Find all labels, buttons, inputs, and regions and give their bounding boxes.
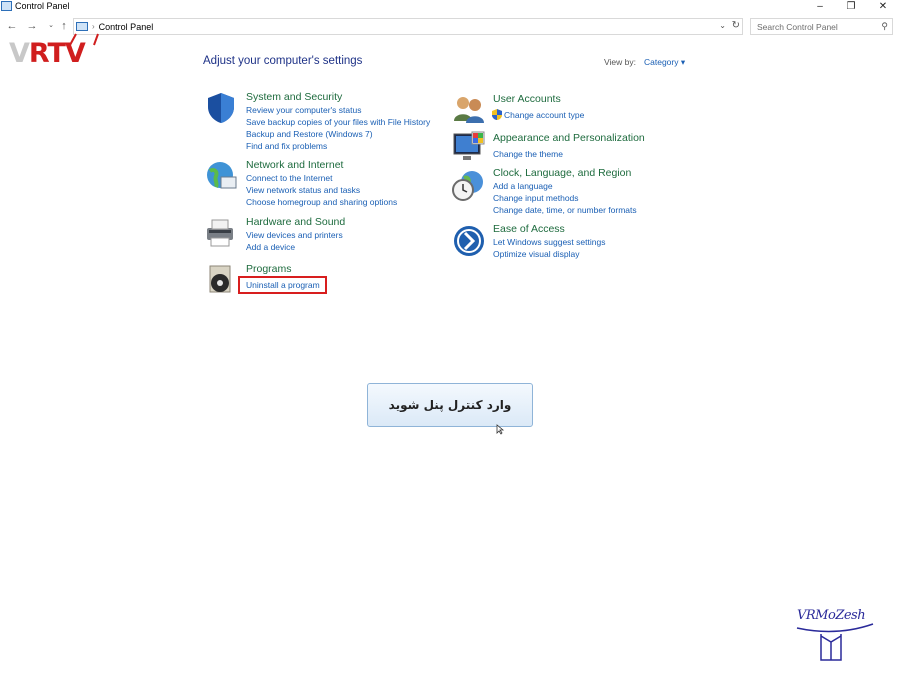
view-by-label: View by: xyxy=(604,57,636,67)
category-title[interactable]: User Accounts xyxy=(493,93,561,105)
category-link[interactable]: Choose homegroup and sharing options xyxy=(246,197,397,207)
programs-disc-icon xyxy=(209,265,231,293)
shield-icon xyxy=(208,93,234,123)
breadcrumb-control-panel[interactable]: Control Panel xyxy=(99,22,154,32)
category-link[interactable]: Add a device xyxy=(246,242,295,252)
category-link[interactable]: Save backup copies of your files with Fi… xyxy=(246,117,430,127)
control-panel-small-icon xyxy=(76,22,88,31)
category-title[interactable]: Programs xyxy=(246,263,292,275)
close-button[interactable]: ✕ xyxy=(868,0,898,13)
clock-globe-icon xyxy=(452,171,483,201)
page-title: Adjust your computer's settings xyxy=(203,55,363,67)
instruction-tooltip: وارد کنترل پنل شوید xyxy=(367,383,533,427)
search-placeholder: Search Control Panel xyxy=(757,22,838,32)
monitor-palette-icon xyxy=(453,131,485,160)
category-link[interactable]: Let Windows suggest settings xyxy=(493,237,605,247)
category-link[interactable]: Change the theme xyxy=(493,149,563,159)
category-link[interactable]: Change account type xyxy=(504,110,584,120)
category-title[interactable]: Hardware and Sound xyxy=(246,216,345,228)
up-arrow-icon[interactable]: ↑ xyxy=(57,19,71,33)
back-arrow-icon[interactable]: ← xyxy=(5,19,19,33)
vrmozesh-watermark: VRMoZesh xyxy=(795,608,875,664)
recent-locations-chevron-icon[interactable]: ⌄ xyxy=(44,19,58,33)
category-link[interactable]: Find and fix problems xyxy=(246,141,327,151)
category-title[interactable]: Appearance and Personalization xyxy=(493,132,645,144)
minimize-button[interactable]: – xyxy=(805,0,835,13)
printer-icon xyxy=(207,219,233,247)
category-title[interactable]: Clock, Language, and Region xyxy=(493,167,631,179)
category-link[interactable]: Add a language xyxy=(493,181,553,191)
users-icon xyxy=(454,97,484,123)
category-link[interactable]: Change input methods xyxy=(493,193,579,203)
category-title[interactable]: System and Security xyxy=(246,91,342,103)
category-link[interactable]: Connect to the Internet xyxy=(246,173,332,183)
watermark-text: VRMoZesh xyxy=(797,608,866,623)
ease-of-access-icon xyxy=(454,226,484,256)
mouse-cursor-icon xyxy=(496,424,505,435)
search-icon[interactable]: ⚲ xyxy=(881,21,888,32)
category-link[interactable]: Backup and Restore (Windows 7) xyxy=(246,129,373,139)
uac-shield-icon xyxy=(492,109,502,120)
forward-arrow-icon[interactable]: → xyxy=(25,19,39,33)
window-title: Control Panel xyxy=(15,1,70,11)
category-link[interactable]: View network status and tasks xyxy=(246,185,360,195)
search-input[interactable]: Search Control Panel ⚲ xyxy=(750,18,893,35)
category-title[interactable]: Ease of Access xyxy=(493,223,565,235)
restore-button[interactable]: ❐ xyxy=(836,0,866,13)
breadcrumb-separator[interactable]: › xyxy=(92,22,95,31)
vrtv-logo: VRTV xyxy=(9,33,104,70)
category-title[interactable]: Network and Internet xyxy=(246,159,343,171)
network-globe-icon xyxy=(207,162,237,189)
title-bar: Control Panel – ❐ ✕ xyxy=(0,0,900,13)
address-dropdown-icon[interactable]: ⌄ xyxy=(719,21,726,30)
control-panel-icon xyxy=(1,1,12,11)
refresh-icon[interactable]: ↻ xyxy=(732,20,740,31)
highlight-box xyxy=(238,276,327,294)
watermark-book-icon xyxy=(796,623,874,661)
category-link[interactable]: View devices and printers xyxy=(246,230,343,240)
category-link[interactable]: Change date, time, or number formats xyxy=(493,205,637,215)
address-bar[interactable]: › Control Panel ⌄ ↻ xyxy=(73,18,743,35)
view-by-dropdown[interactable]: Category ▾ xyxy=(644,57,685,68)
category-link[interactable]: Optimize visual display xyxy=(493,249,579,259)
category-link[interactable]: Review your computer's status xyxy=(246,105,361,115)
